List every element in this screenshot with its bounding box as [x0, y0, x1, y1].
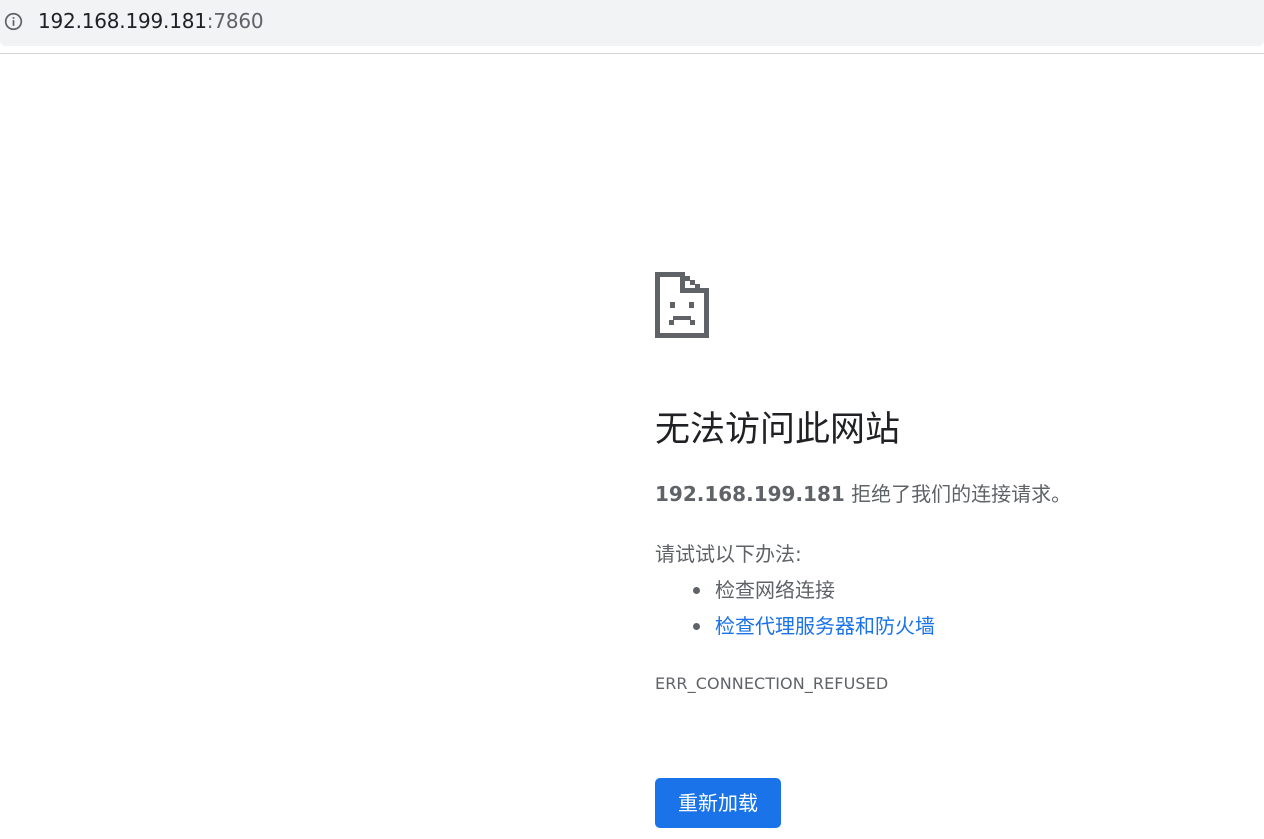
error-detail-message: 拒绝了我们的连接请求。 [844, 482, 1072, 506]
toolbar-divider [0, 53, 1264, 54]
url-text[interactable]: 192.168.199.181:7860 [38, 9, 264, 33]
suggestion-check-proxy-firewall[interactable]: 检查代理服务器和防火墙 [655, 612, 935, 648]
bullet-icon [693, 587, 700, 594]
error-headline: 无法访问此网站 [655, 410, 901, 450]
suggestion-check-network: 检查网络连接 [655, 576, 935, 612]
sad-page-icon [655, 272, 709, 338]
address-bar[interactable]: 192.168.199.181:7860 [0, 0, 1264, 46]
suggestions-list: 检查网络连接 检查代理服务器和防火墙 [655, 576, 935, 648]
error-code: ERR_CONNECTION_REFUSED [655, 674, 889, 693]
suggestions-intro: 请试试以下办法: [655, 542, 802, 566]
url-host: 192.168.199.181 [38, 9, 207, 33]
url-port: :7860 [206, 9, 264, 33]
bullet-icon [693, 623, 700, 630]
suggestion-label: 检查网络连接 [715, 578, 835, 602]
proxy-firewall-link[interactable]: 检查代理服务器和防火墙 [715, 614, 935, 638]
reload-button[interactable]: 重新加载 [655, 778, 781, 828]
info-circle-icon[interactable] [4, 12, 23, 31]
error-detail: 192.168.199.181 拒绝了我们的连接请求。 [655, 480, 1071, 508]
error-host: 192.168.199.181 [655, 482, 845, 506]
